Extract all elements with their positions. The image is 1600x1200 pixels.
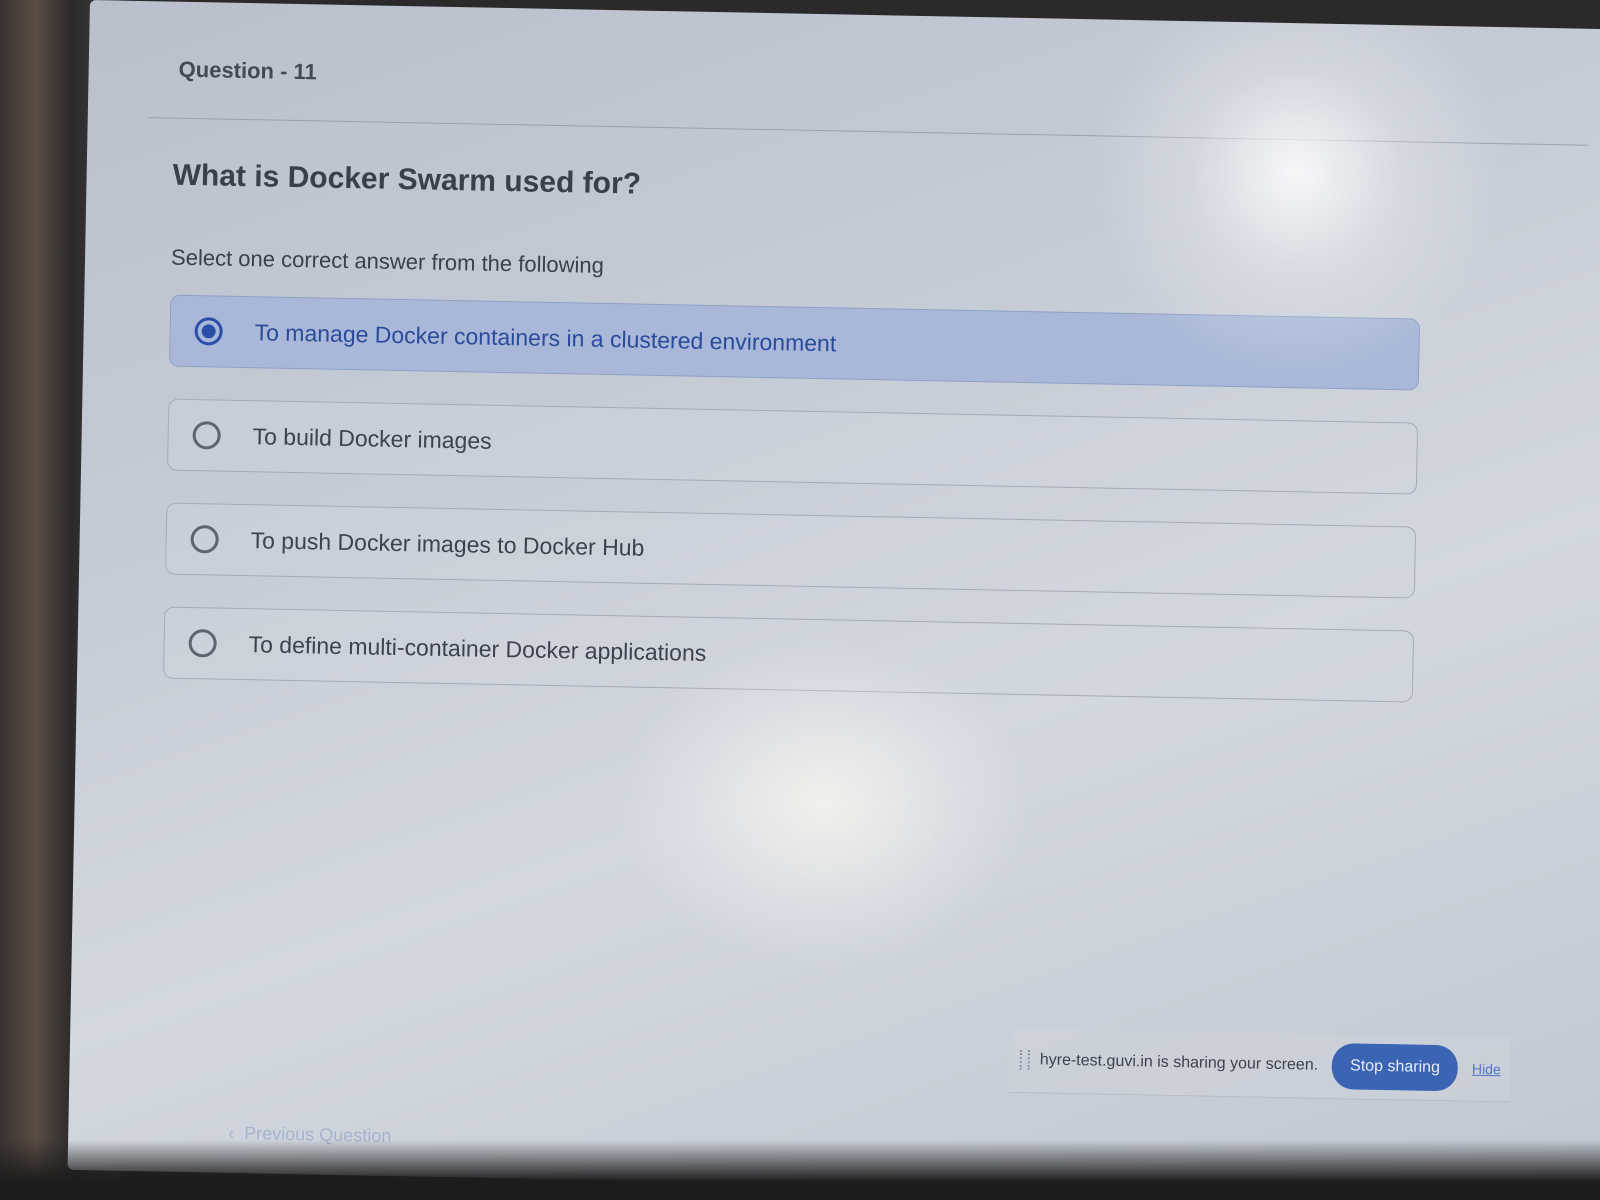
answer-option-label: To manage Docker containers in a cluster… [254,318,837,356]
answer-instruction: Select one correct answer from the follo… [170,244,605,278]
question-number: Question - 11 [178,56,318,85]
answer-option-label: To define multi-container Docker applica… [248,630,707,666]
answer-option-4[interactable]: To define multi-container Docker applica… [162,606,1415,703]
answer-option-label: To build Docker images [252,422,492,454]
radio-dot [201,324,216,339]
answer-option-label: To push Docker images to Docker Hub [250,526,645,561]
radio-button-icon[interactable] [188,629,217,658]
screen: Question - 11 What is Docker Swarm used … [67,0,1600,1200]
answer-option-3[interactable]: To push Docker images to Docker Hub [164,502,1417,599]
screen-share-message: hyre-test.guvi.in is sharing your screen… [1039,1051,1319,1074]
monitor-bezel-bottom [0,1140,1600,1200]
screen-share-bar: hyre-test.guvi.in is sharing your screen… [1009,1027,1511,1103]
answer-options: To manage Docker containers in a cluster… [162,294,1421,703]
drag-handle-icon[interactable] [1019,1050,1031,1071]
radio-button-checked-icon[interactable] [194,317,223,346]
stop-sharing-button[interactable]: Stop sharing [1331,1043,1459,1092]
answer-option-2[interactable]: To build Docker images [166,398,1419,495]
hide-link[interactable]: Hide [1472,1061,1501,1078]
radio-button-icon[interactable] [190,525,219,554]
question-body: What is Docker Swarm used for? Select on… [137,118,1587,706]
answer-option-1[interactable]: To manage Docker containers in a cluster… [168,294,1421,391]
question-text: What is Docker Swarm used for? [172,158,642,201]
radio-button-icon[interactable] [192,421,221,450]
question-card: Question - 11 What is Docker Swarm used … [128,21,1590,1188]
